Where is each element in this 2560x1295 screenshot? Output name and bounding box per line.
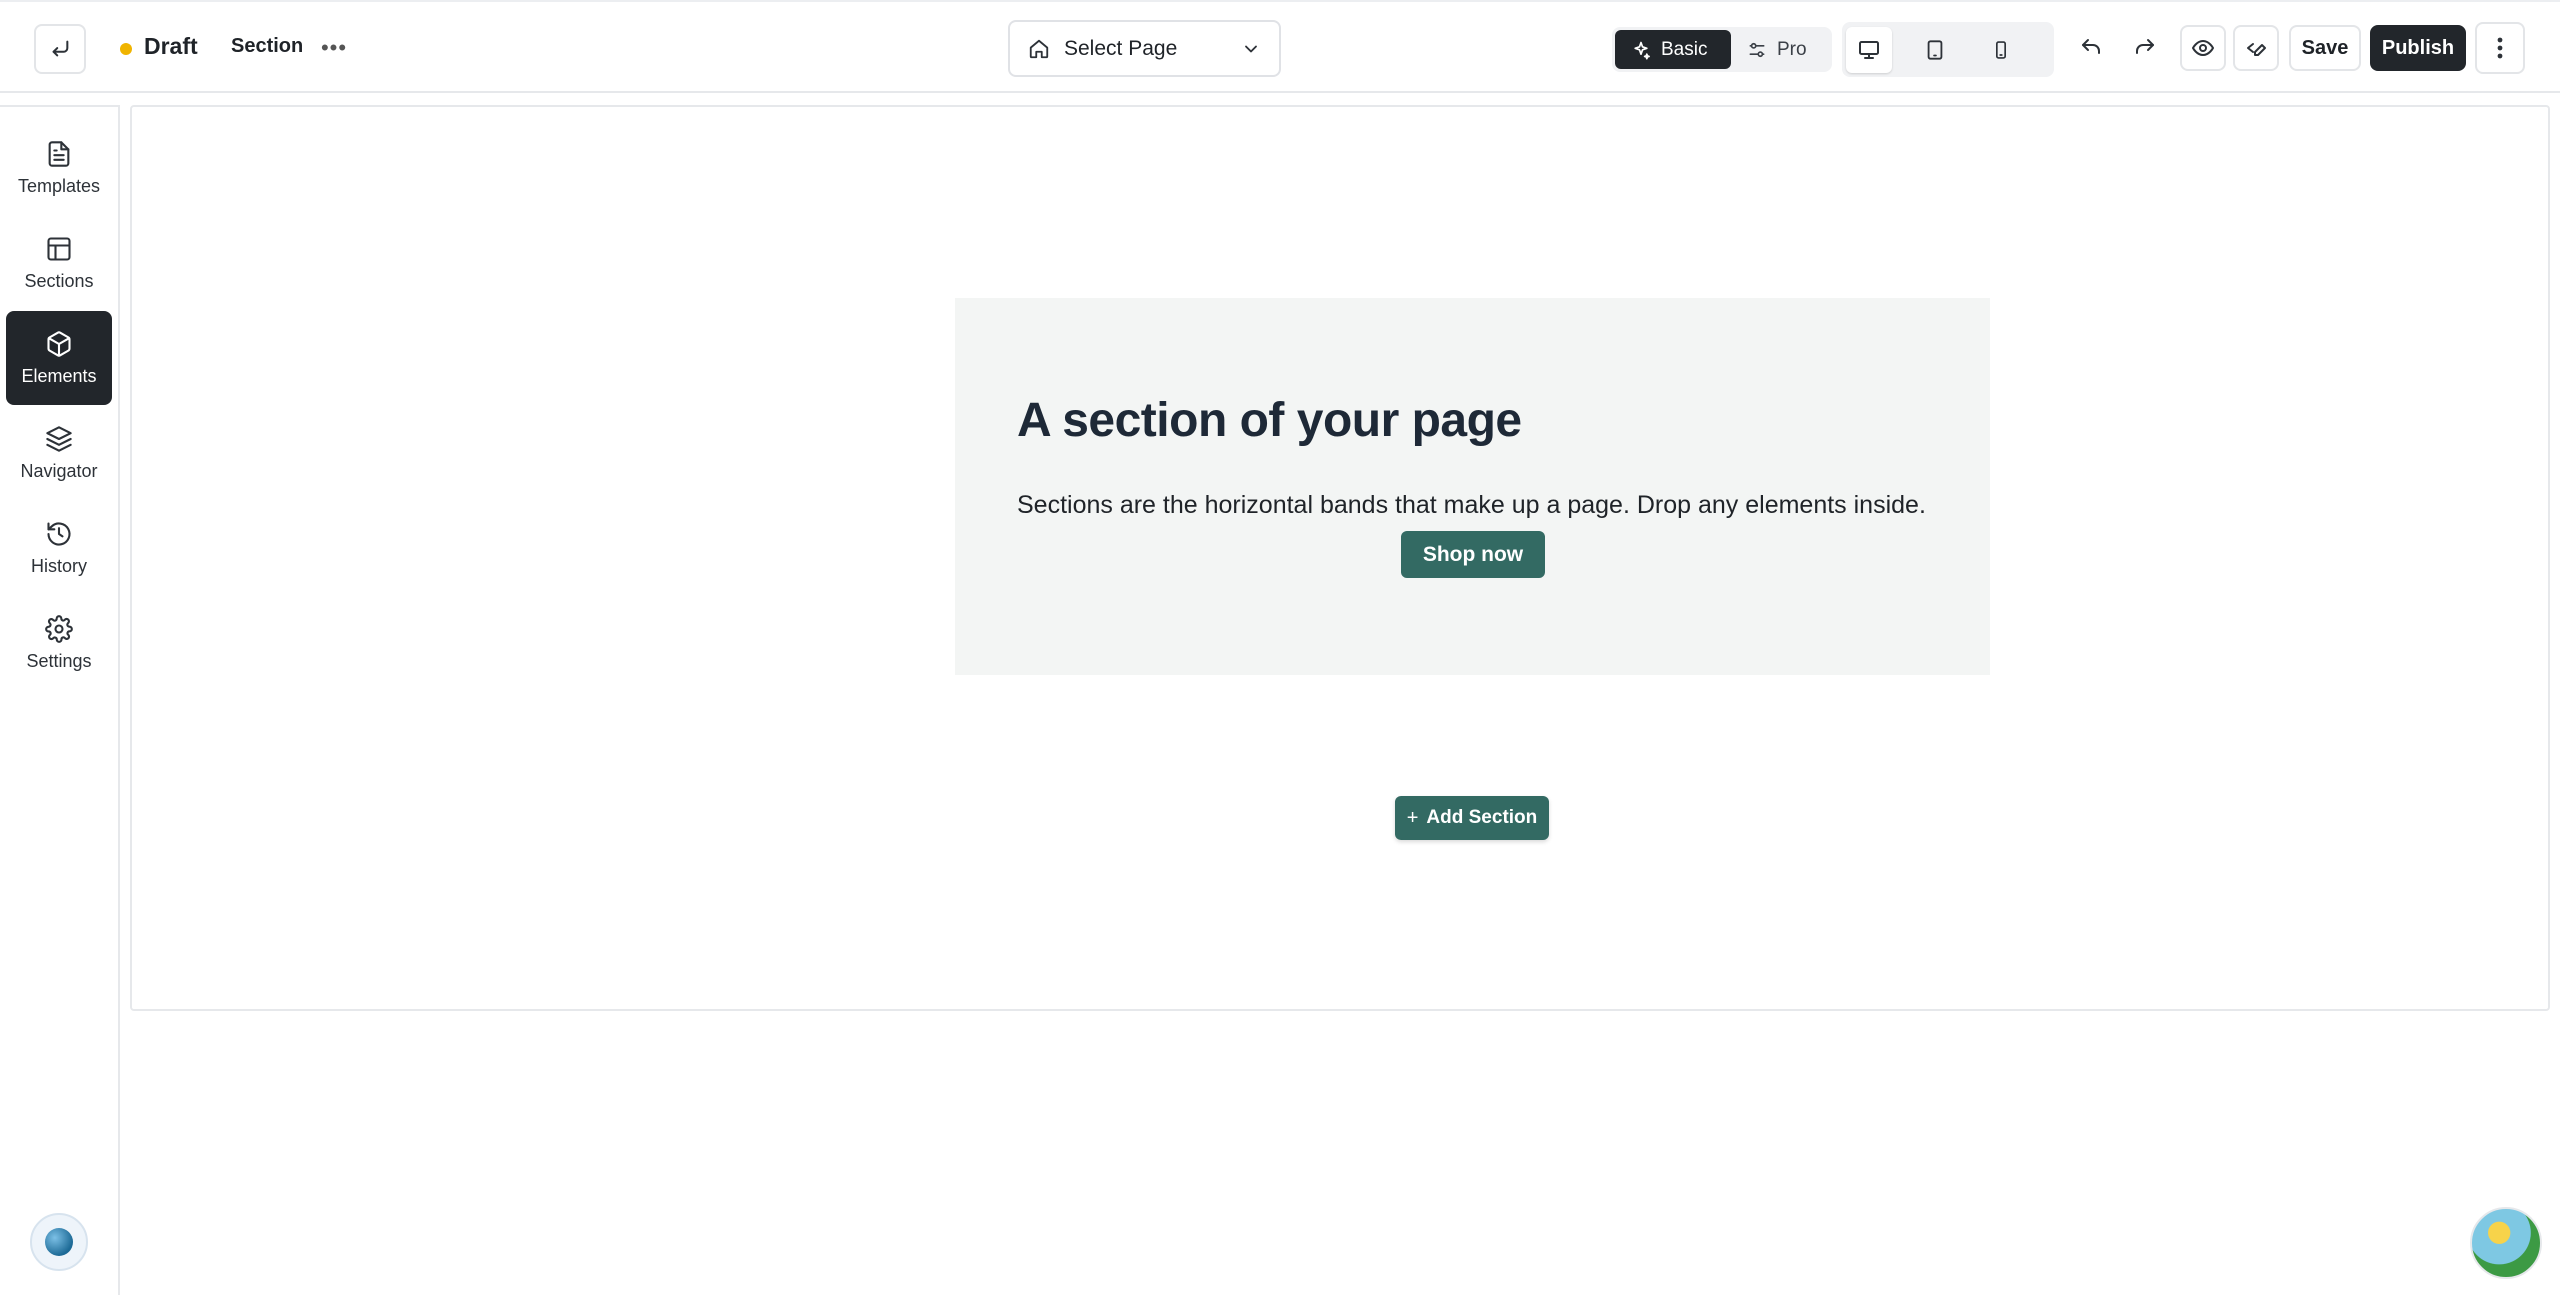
chevron-down-icon — [1245, 45, 1257, 52]
file-text-icon — [48, 140, 70, 167]
basic-mode-label: Basic — [1661, 38, 1708, 60]
editor-canvas: A section of your page Sections are the … — [130, 105, 2550, 1011]
sidebar-item-label: Sections — [24, 270, 94, 291]
pro-mode-label: Pro — [1777, 38, 1807, 60]
undo-button[interactable] — [2068, 25, 2114, 71]
context-label: Section — [231, 35, 304, 57]
sidebar-item-elements[interactable]: Elements — [6, 311, 112, 405]
sidebar-item-label: Elements — [21, 365, 97, 386]
assistant-avatar[interactable] — [30, 1213, 88, 1271]
layout-icon — [47, 236, 71, 261]
device-switcher — [1842, 22, 2054, 77]
hero-description: Sections are the horizontal bands that m… — [1017, 491, 1926, 519]
pro-mode-button[interactable]: Pro — [1731, 30, 1823, 69]
redo-icon — [2136, 39, 2154, 54]
history-icon — [47, 521, 71, 546]
save-button[interactable]: Save — [2289, 25, 2361, 71]
eye-icon — [2192, 40, 2214, 56]
redo-button[interactable] — [2122, 25, 2168, 71]
sidebar-item-history[interactable]: History — [6, 501, 112, 595]
page-selector[interactable]: Select Page — [1008, 20, 1281, 77]
vertical-dots-icon — [2497, 37, 2503, 59]
sidebar-item-sections[interactable]: Sections — [6, 216, 112, 310]
preview-button[interactable] — [2180, 25, 2226, 71]
tablet-view-button[interactable] — [1912, 27, 1958, 73]
left-sidebar: Templates Sections Elements Navigator Hi… — [0, 105, 120, 1295]
hero-title: A section of your page — [1017, 394, 1522, 447]
home-icon — [1029, 39, 1049, 58]
sidebar-item-label: Settings — [26, 650, 92, 671]
return-arrow-icon — [52, 40, 69, 57]
shop-now-button[interactable]: Shop now — [1401, 531, 1545, 578]
basic-mode-button[interactable]: Basic — [1615, 30, 1731, 69]
gear-icon — [45, 614, 73, 643]
sliders-icon — [1749, 42, 1765, 57]
desktop-view-button[interactable] — [1846, 26, 1892, 73]
more-options-icon[interactable]: ••• — [321, 28, 346, 68]
page-selector-label: Select Page — [1064, 36, 1178, 60]
hero-section[interactable]: A section of your page Sections are the … — [955, 298, 1990, 675]
sidebar-item-label: Navigator — [20, 460, 98, 481]
draft-status-dot — [120, 43, 132, 55]
exit-button[interactable] — [34, 24, 86, 74]
sparkle-icon — [1634, 41, 1650, 60]
more-menu-button[interactable] — [2475, 22, 2525, 74]
sidebar-item-label: Templates — [17, 175, 101, 196]
sidebar-item-settings[interactable]: Settings — [6, 596, 112, 690]
sidebar-item-navigator[interactable]: Navigator — [6, 406, 112, 500]
code-button[interactable] — [2233, 25, 2279, 71]
user-avatar[interactable] — [2470, 1207, 2542, 1279]
mobile-view-button[interactable] — [1978, 27, 2024, 73]
box-icon — [47, 330, 71, 357]
undo-icon — [2082, 39, 2100, 54]
sidebar-item-label: History — [30, 555, 87, 576]
status-label: Draft — [144, 33, 198, 59]
plus-icon: + — [1406, 806, 1419, 829]
layers-icon — [46, 425, 72, 452]
code-edit-icon — [2247, 43, 2266, 56]
sidebar-item-templates[interactable]: Templates — [6, 121, 112, 215]
smartphone-icon — [1996, 40, 2006, 59]
tablet-icon — [1927, 39, 1943, 60]
add-section-label: Add Section — [1426, 807, 1538, 828]
monitor-icon — [1859, 40, 1879, 59]
assistant-orb-icon — [45, 1228, 73, 1256]
top-toolbar: Draft Section ••• Select Page Basic Pro — [0, 0, 2560, 93]
publish-button[interactable]: Publish — [2370, 25, 2466, 71]
mode-toggle: Basic Pro — [1612, 27, 1832, 72]
add-section-button[interactable]: + Add Section — [1395, 796, 1549, 840]
